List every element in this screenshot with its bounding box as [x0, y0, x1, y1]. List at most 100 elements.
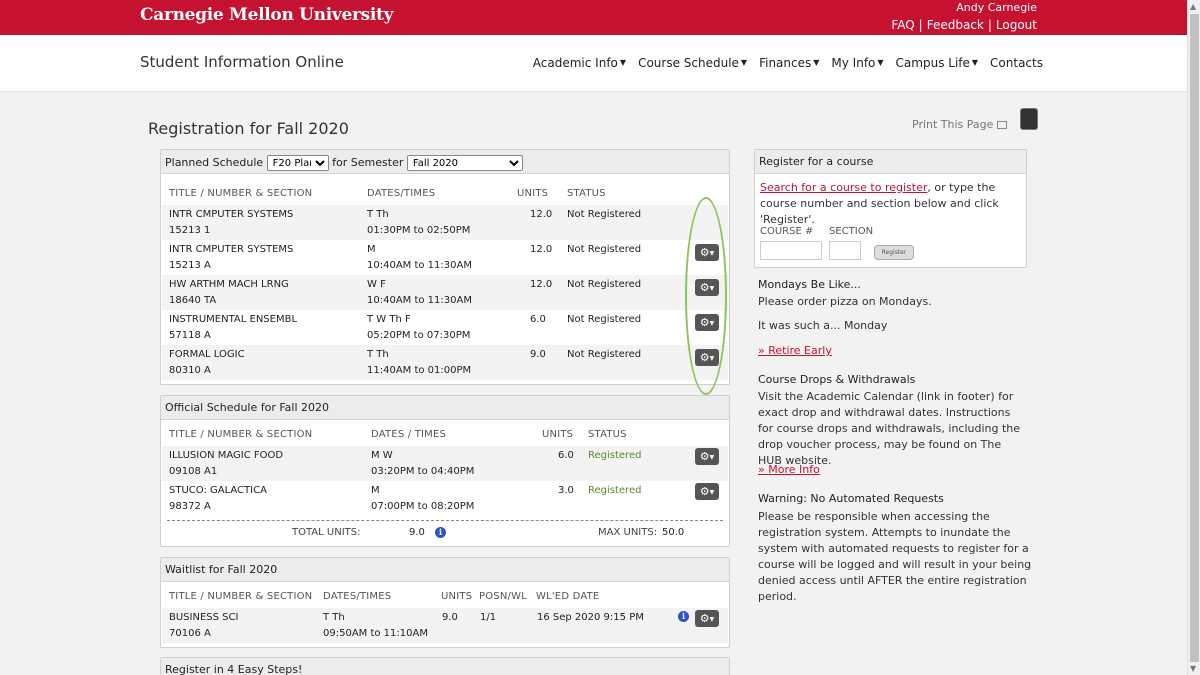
university-brand[interactable]: Carnegie Mellon University	[140, 5, 393, 25]
course-units: 6.0	[558, 450, 574, 461]
course-days: T Th	[323, 612, 345, 623]
course-number: 09108 A1	[169, 466, 218, 477]
site-title[interactable]: Student Information Online	[140, 53, 344, 71]
course-title: INTR CMPUTER SYSTEMS	[169, 209, 294, 220]
scrollbar-thumb[interactable]	[1190, 14, 1199, 662]
course-title: FORMAL LOGIC	[169, 349, 245, 360]
table-row: HW ARTHM MACH LRNG 18640 TA W F 10:40AM to …	[162, 275, 728, 310]
gear-menu-button[interactable]: ⚙▼	[695, 279, 719, 296]
col-units: UNITS	[517, 188, 549, 199]
official-schedule-panel: Official Schedule for Fall 2020 TITLE / …	[160, 395, 730, 547]
gear-menu-button[interactable]: ⚙▼	[695, 314, 719, 331]
course-number: 15213 A	[169, 260, 211, 271]
gear-icon: ⚙	[699, 316, 710, 329]
gear-menu-button[interactable]: ⚙▼	[695, 349, 719, 366]
course-status: Not Registered	[567, 209, 642, 220]
planned-schedule-panel: Planned Schedule F20 Plan for Semester F…	[160, 149, 730, 385]
course-units: 6.0	[530, 314, 546, 325]
course-units: 12.0	[530, 209, 553, 220]
retire-early-link[interactable]: » Retire Early	[758, 343, 832, 359]
course-status: Not Registered	[567, 244, 642, 255]
table-row: INTR CMPUTER SYSTEMS 15213 1 T Th 01:30PM t…	[162, 205, 728, 240]
course-number: 18640 TA	[169, 295, 217, 306]
course-title: STUCO: GALACTICA	[169, 485, 267, 496]
drops-title: Course Drops & Withdrawals	[758, 373, 916, 386]
total-units-value: 9.0	[409, 527, 425, 538]
register-button[interactable]: Register	[874, 245, 914, 260]
plan-select[interactable]: F20 Plan	[266, 155, 329, 171]
logout-link[interactable]: Logout	[996, 18, 1037, 32]
total-units-info-icon[interactable]: i	[435, 527, 446, 538]
course-number-input[interactable]	[760, 241, 822, 260]
total-divider	[167, 520, 723, 521]
more-info-link[interactable]: » More Info	[758, 462, 820, 478]
course-times: 03:20PM to 04:40PM	[371, 466, 475, 477]
nav-my-info[interactable]: My Info ▼	[831, 56, 883, 70]
course-times: 11:40AM to 01:00PM	[367, 365, 472, 376]
nav-academic-info[interactable]: Academic Info ▼	[533, 56, 626, 70]
col-wl-date: WL'ED DATE	[536, 591, 600, 602]
gear-icon: ⚙	[699, 450, 710, 463]
course-days: T W Th F	[367, 314, 411, 325]
gear-menu-button[interactable]: ⚙▼	[695, 448, 719, 465]
col-status: STATUS	[588, 429, 627, 440]
register-course-header: Register for a course	[755, 150, 1026, 174]
mondays-text-2: It was such a... Monday	[758, 319, 888, 332]
user-name: Andy Carnegie	[956, 1, 1037, 14]
section-input[interactable]	[829, 241, 861, 260]
gear-menu-button[interactable]: ⚙▼	[695, 483, 719, 500]
app-icon[interactable]	[1020, 108, 1038, 130]
scroll-down-arrow-icon[interactable]: ▼	[1190, 664, 1196, 673]
warning-title: Warning: No Automated Requests	[758, 492, 944, 505]
course-number: 80310 A	[169, 365, 211, 376]
nav-bar: Student Information Online Academic Info…	[0, 35, 1187, 92]
course-times: 01:30PM to 02:50PM	[367, 225, 471, 236]
print-page-link[interactable]: Print This Page	[912, 118, 1008, 131]
section-label: SECTION	[829, 226, 874, 237]
nav-finances[interactable]: Finances ▼	[759, 56, 819, 70]
nav-contacts[interactable]: Contacts	[990, 56, 1043, 70]
course-status: Not Registered	[567, 349, 642, 360]
course-units: 12.0	[530, 279, 553, 290]
feedback-link[interactable]: Feedback	[927, 18, 984, 32]
register-instructions: Search for a course to register, or type…	[760, 181, 999, 226]
col-status: STATUS	[567, 188, 606, 199]
course-times: 10:40AM to 11:30AM	[367, 295, 472, 306]
page-title: Registration for Fall 2020	[148, 119, 349, 138]
gear-icon: ⚙	[699, 246, 710, 259]
nav-campus-life[interactable]: Campus Life ▼	[896, 56, 979, 70]
waitlist-panel: Waitlist for Fall 2020 TITLE / NUMBER & …	[160, 557, 730, 648]
course-times: 05:20PM to 07:30PM	[367, 330, 471, 341]
course-status: Not Registered	[567, 314, 642, 325]
table-row: BUSINESS SCI 70106 A T Th 09:50AM to 11:…	[162, 608, 728, 643]
course-days: M W	[371, 450, 393, 461]
steps-panel: Register in 4 Easy Steps!	[160, 657, 730, 675]
scroll-up-arrow-icon[interactable]: ▲	[1190, 2, 1196, 11]
course-days: T Th	[367, 349, 389, 360]
search-course-link[interactable]: Search for a course to register	[760, 181, 927, 194]
mondays-title: Mondays Be Like...	[758, 278, 861, 291]
nav-course-schedule[interactable]: Course Schedule ▼	[638, 56, 747, 70]
course-number: 57118 A	[169, 330, 211, 341]
semester-select[interactable]: Fall 2020	[406, 155, 523, 171]
table-row: FORMAL LOGIC 80310 A T Th 11:40AM to 01:00P…	[162, 345, 728, 380]
course-units: 9.0	[442, 612, 458, 623]
faq-link[interactable]: FAQ	[891, 18, 914, 32]
course-number-label: COURSE #	[760, 226, 814, 237]
course-number: 70106 A	[169, 628, 211, 639]
gear-menu-button[interactable]: ⚙▼	[695, 610, 719, 627]
course-status: Registered	[588, 485, 642, 496]
waitlist-info-icon[interactable]: i	[678, 611, 689, 622]
gear-menu-button[interactable]: ⚙▼	[695, 244, 719, 261]
waitlist-position: 1/1	[480, 612, 497, 623]
course-days: W F	[367, 279, 386, 290]
course-days: M	[367, 244, 376, 255]
gear-icon: ⚙	[699, 612, 710, 625]
table-row: ILLUSION MAGIC FOOD 09108 A1 M W 03:20PM to…	[162, 446, 728, 481]
course-times: 10:40AM to 11:30AM	[367, 260, 472, 271]
course-units: 9.0	[530, 349, 546, 360]
page-scrollbar[interactable]: ▲ ▼	[1187, 0, 1200, 675]
gear-icon: ⚙	[699, 351, 710, 364]
course-units: 3.0	[558, 485, 574, 496]
col-title: TITLE / NUMBER & SECTION	[169, 188, 313, 199]
